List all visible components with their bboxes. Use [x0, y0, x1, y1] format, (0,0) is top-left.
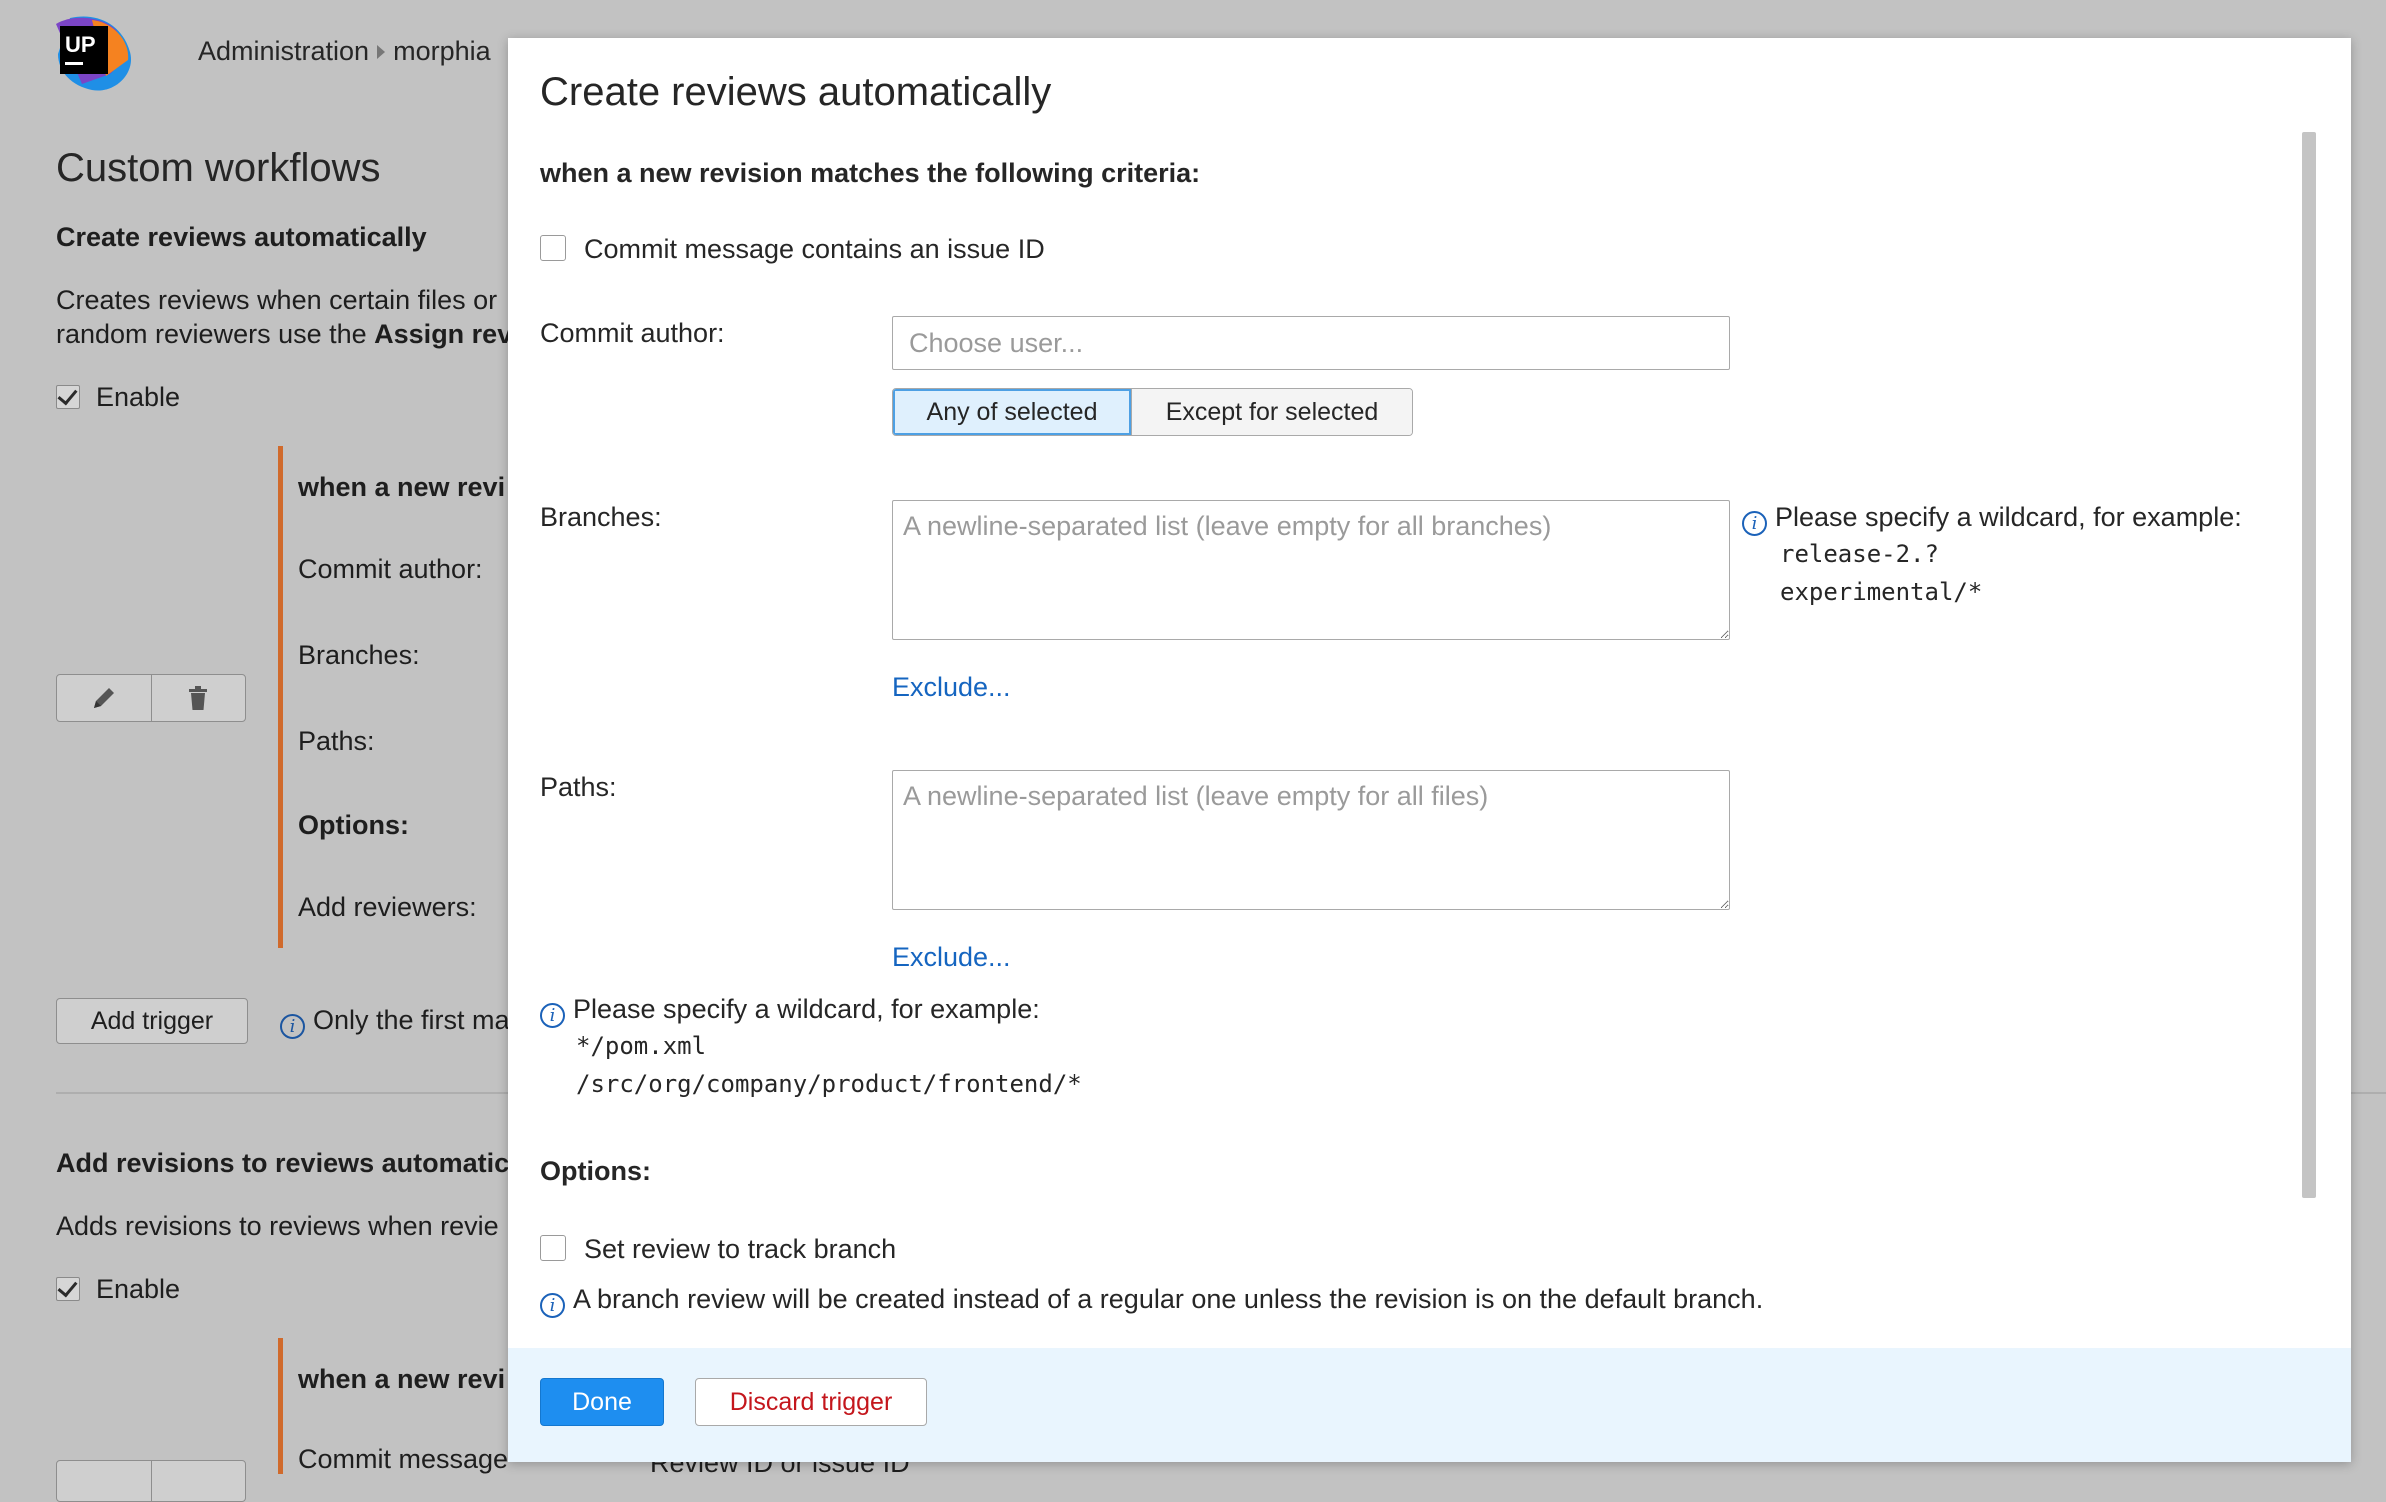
branches-hint: i Please specify a wildcard, for example: [1742, 502, 2242, 536]
toggle-except-for-selected[interactable]: Except for selected [1131, 389, 1412, 435]
section-title-add-revisions: Add revisions to reviews automatic [56, 1148, 510, 1178]
trigger2-label-commit-message: Commit message [298, 1444, 509, 1474]
issue-id-checkbox[interactable]: Commit message contains an issue ID [540, 234, 1045, 265]
breadcrumb-separator-icon [377, 44, 386, 59]
discard-trigger-button[interactable]: Discard trigger [695, 1378, 927, 1426]
pencil-icon [93, 688, 114, 708]
trigger-heading: when a new revi [298, 472, 506, 502]
options-label: Options: [540, 1156, 651, 1186]
author-match-toggle: Any of selected Except for selected [892, 388, 1413, 436]
delete-trigger2-button[interactable] [150, 1461, 246, 1501]
page-title: Custom workflows [56, 146, 381, 190]
info-icon: i [540, 1003, 565, 1028]
info-icon: i [280, 1014, 305, 1039]
section2-description: Adds revisions to reviews when revie [56, 1211, 499, 1241]
checkbox-box[interactable] [540, 235, 566, 261]
create-reviews-dialog: Create reviews automatically when a new … [508, 38, 2351, 1462]
dialog-title: Create reviews automatically [540, 70, 1052, 114]
paths-example-1: */pom.xml [576, 1032, 707, 1060]
edit-trigger-button[interactable] [57, 675, 151, 721]
track-branch-hint: iA branch review will be created instead… [540, 1284, 1763, 1318]
add-trigger-hint: i Only the first ma [280, 1004, 510, 1039]
section-description-line1: Creates reviews when certain files or [56, 285, 498, 315]
track-branch-checkbox-label: Set review to track branch [584, 1234, 897, 1264]
branches-exclude-link[interactable]: Exclude... [892, 672, 1011, 703]
trigger-rule-bar-2 [278, 1338, 283, 1474]
paths-example-2: /src/org/company/product/frontend/* [576, 1070, 1082, 1098]
commit-author-input[interactable] [892, 316, 1730, 370]
assign-reviewers-link: Assign rev [374, 319, 513, 349]
done-button[interactable]: Done [540, 1378, 664, 1426]
info-icon: i [540, 1293, 565, 1318]
track-branch-checkbox[interactable]: Set review to track branch [540, 1234, 896, 1265]
trash-icon [189, 686, 208, 710]
issue-id-checkbox-label: Commit message contains an issue ID [584, 234, 1045, 264]
paths-textarea[interactable] [892, 770, 1730, 910]
add-trigger-button[interactable]: Add trigger [56, 998, 248, 1044]
checkmark-icon [56, 385, 80, 409]
info-icon: i [1742, 511, 1767, 536]
breadcrumb-item-administration[interactable]: Administration [198, 36, 369, 66]
dialog-scrollbar[interactable] [2302, 132, 2316, 1198]
trigger-label-commit-author: Commit author: [298, 554, 483, 584]
trigger2-actions [56, 1460, 246, 1502]
checkmark-icon [56, 1277, 80, 1301]
toggle-any-of-selected[interactable]: Any of selected [893, 389, 1131, 435]
edit-trigger2-button[interactable] [57, 1461, 151, 1501]
section-description-line2: random reviewers use the Assign rev [56, 319, 513, 349]
trigger-label-options: Options: [298, 810, 409, 840]
trigger-label-branches: Branches: [298, 640, 420, 670]
upsource-logo[interactable]: UP [52, 14, 134, 96]
delete-trigger-button[interactable] [150, 675, 246, 721]
enable-checkbox-add-revisions[interactable]: Enable [56, 1274, 180, 1305]
breadcrumb-item-project[interactable]: morphia [393, 36, 491, 66]
trigger-label-paths: Paths: [298, 726, 375, 756]
branches-example-1: release-2.? [1780, 540, 1939, 568]
branches-textarea[interactable] [892, 500, 1730, 640]
paths-label: Paths: [540, 772, 617, 802]
paths-hint: i Please specify a wildcard, for example: [540, 994, 1040, 1028]
checkbox-box[interactable] [540, 1235, 566, 1261]
breadcrumb: Administration morphia [198, 36, 491, 67]
svg-text:UP: UP [65, 32, 96, 57]
enable-checkbox-create-reviews[interactable]: Enable [56, 382, 180, 413]
trigger-label-add-reviewers: Add reviewers: [298, 892, 477, 922]
branches-example-2: experimental/* [1780, 578, 1983, 606]
trigger-actions [56, 674, 246, 722]
criteria-subtitle: when a new revision matches the followin… [540, 158, 1201, 188]
section-title-create-reviews: Create reviews automatically [56, 222, 427, 252]
commit-author-label: Commit author: [540, 318, 725, 348]
branches-label: Branches: [540, 502, 662, 532]
trigger-rule-bar [278, 446, 283, 948]
trigger2-heading: when a new revi [298, 1364, 506, 1394]
paths-exclude-link[interactable]: Exclude... [892, 942, 1011, 973]
